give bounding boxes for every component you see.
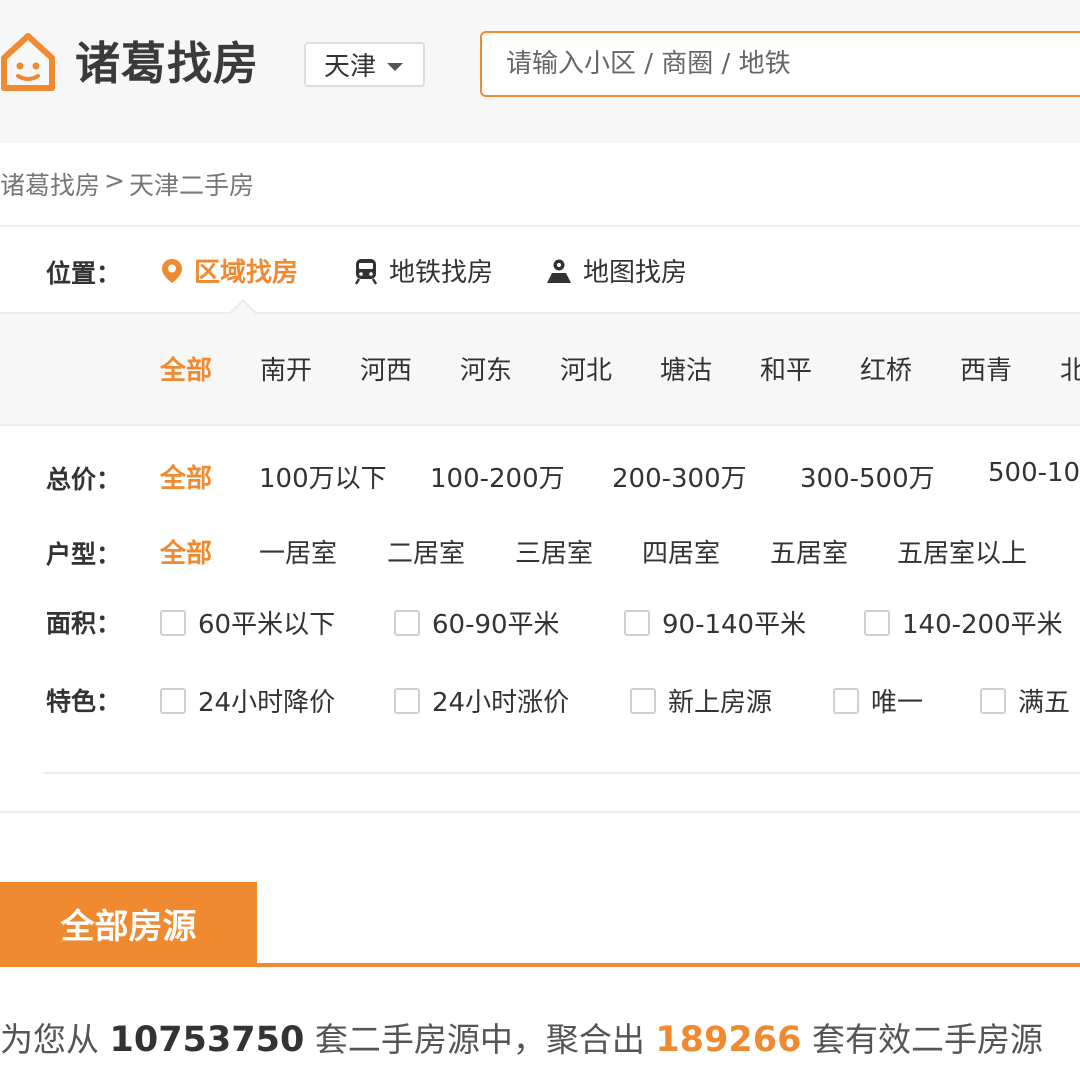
- caret-down-icon: [387, 63, 403, 71]
- price-label: 总价：: [46, 465, 122, 494]
- summary-middle: 套二手房源中，聚合出: [314, 1020, 645, 1059]
- district-nankai[interactable]: 南开: [260, 350, 312, 387]
- checkbox[interactable]: [980, 687, 1006, 714]
- price-500-1000[interactable]: 500-10: [988, 458, 1080, 488]
- tab-underline: [0, 963, 1080, 967]
- logo-text[interactable]: 诸葛找房: [75, 34, 259, 94]
- district-hebei[interactable]: 河北: [560, 350, 612, 387]
- checkbox[interactable]: [630, 687, 656, 714]
- layout-2-room[interactable]: 二居室: [387, 533, 465, 570]
- search-input[interactable]: [506, 33, 1066, 95]
- checkbox[interactable]: [833, 687, 859, 714]
- map-person-icon: [547, 259, 571, 283]
- search-box[interactable]: [480, 31, 1080, 97]
- area-option-under-60[interactable]: 60平米以下: [160, 604, 335, 641]
- checkbox-label: 唯一: [871, 688, 924, 718]
- area-label: 面积：: [46, 609, 122, 638]
- checkbox[interactable]: [624, 609, 650, 636]
- district-xiqing[interactable]: 西青: [960, 350, 1012, 387]
- panel-notch: [228, 298, 258, 328]
- district-hongqiao[interactable]: 红桥: [860, 350, 912, 387]
- divider: [0, 811, 1080, 813]
- location-label: 位置：: [46, 259, 122, 288]
- price-under-100[interactable]: 100万以下: [259, 458, 387, 495]
- city-select[interactable]: 天津: [304, 42, 425, 87]
- tab-area-search[interactable]: 区域找房: [160, 252, 298, 289]
- area-option-60-90[interactable]: 60-90平米: [394, 604, 560, 641]
- divider: [0, 225, 1080, 227]
- summary-prefix: 为您从: [0, 1020, 99, 1059]
- checkbox-label: 新上房源: [668, 688, 773, 718]
- map-pin-icon: [162, 258, 182, 283]
- checkbox-label: 60平米以下: [198, 610, 336, 640]
- summary-valid-count: 189266: [655, 1020, 802, 1060]
- checkbox-label: 24小时涨价: [432, 688, 570, 718]
- city-select-label: 天津: [324, 52, 377, 82]
- tab-map-search[interactable]: 地图找房: [545, 252, 687, 289]
- checkbox-label: 90-140平米: [662, 610, 807, 640]
- checkbox-label: 60-90平米: [432, 610, 560, 640]
- tab-all-listings[interactable]: 全部房源: [0, 882, 257, 964]
- feature-option-24h-drop[interactable]: 24小时降价: [160, 682, 335, 719]
- layout-5-plus[interactable]: 五居室以上: [897, 533, 1027, 570]
- district-bei[interactable]: 北: [1060, 350, 1080, 387]
- feature-option-24h-rise[interactable]: 24小时涨价: [394, 682, 569, 719]
- feature-option-unique[interactable]: 唯一: [833, 682, 923, 719]
- house-face-icon[interactable]: [0, 28, 58, 94]
- layout-label: 户型：: [46, 540, 122, 569]
- checkbox-label: 140-200平米: [902, 610, 1063, 640]
- layout-all[interactable]: 全部: [160, 533, 212, 570]
- checkbox[interactable]: [394, 687, 420, 714]
- price-300-500[interactable]: 300-500万: [800, 458, 935, 495]
- district-panel: 全部 南开 河西 河东 河北 塘沽 和平 红桥 西青 北: [0, 298, 1080, 426]
- district-all[interactable]: 全部: [160, 350, 212, 387]
- listing-summary: 为您从 10753750 套二手房源中，聚合出 189266 套有效二手房源: [0, 1013, 1043, 1061]
- district-heping[interactable]: 和平: [760, 350, 812, 387]
- checkbox[interactable]: [864, 609, 890, 636]
- price-100-200[interactable]: 100-200万: [430, 458, 565, 495]
- layout-3-room[interactable]: 三居室: [515, 533, 593, 570]
- price-all[interactable]: 全部: [160, 458, 212, 495]
- feature-label: 特色：: [46, 687, 122, 716]
- divider: [43, 772, 1080, 774]
- breadcrumb: 诸葛找房 > 天津二手房: [0, 166, 254, 202]
- price-200-300[interactable]: 200-300万: [612, 458, 747, 495]
- checkbox[interactable]: [394, 609, 420, 636]
- subway-train-icon: [354, 258, 378, 285]
- feature-option-five-years[interactable]: 满五: [980, 682, 1070, 719]
- checkbox-label: 24小时降价: [198, 688, 336, 718]
- layout-4-room[interactable]: 四居室: [642, 533, 720, 570]
- breadcrumb-separator: >: [104, 166, 125, 195]
- breadcrumb-current: 天津二手房: [128, 171, 254, 200]
- breadcrumb-home[interactable]: 诸葛找房: [0, 166, 100, 202]
- district-tanggu[interactable]: 塘沽: [660, 350, 712, 387]
- checkbox[interactable]: [160, 609, 186, 636]
- feature-option-new[interactable]: 新上房源: [630, 682, 772, 719]
- district-hedong[interactable]: 河东: [460, 350, 512, 387]
- layout-5-room[interactable]: 五居室: [770, 533, 848, 570]
- site-header: 诸葛找房 天津: [0, 0, 1080, 143]
- summary-suffix: 套有效二手房源: [811, 1020, 1043, 1059]
- checkbox-label: 满五: [1018, 688, 1071, 718]
- area-option-140-200[interactable]: 140-200平米: [864, 604, 1063, 641]
- checkbox[interactable]: [160, 687, 186, 714]
- tab-subway-search[interactable]: 地铁找房: [353, 252, 493, 289]
- area-option-90-140[interactable]: 90-140平米: [624, 604, 806, 641]
- layout-1-room[interactable]: 一居室: [259, 533, 337, 570]
- tab-map-search-label: 地图找房: [583, 258, 688, 288]
- tab-area-search-label: 区域找房: [194, 258, 299, 288]
- tab-subway-search-label: 地铁找房: [389, 258, 494, 288]
- district-hexi[interactable]: 河西: [360, 350, 412, 387]
- summary-total-count: 10753750: [109, 1020, 305, 1060]
